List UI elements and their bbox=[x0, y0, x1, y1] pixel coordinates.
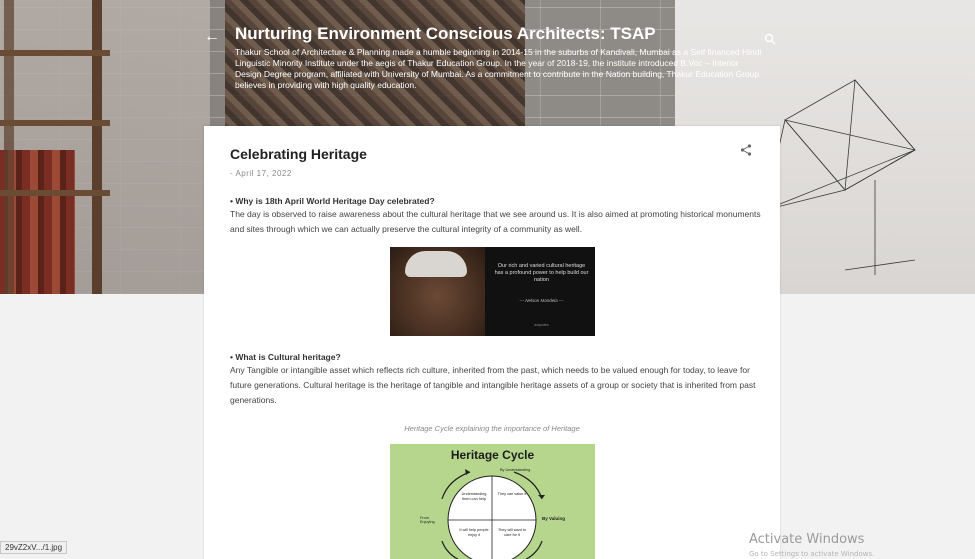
portrait-photo bbox=[390, 247, 485, 336]
section-heading: • What is Cultural heritage? bbox=[230, 352, 341, 362]
blog-title[interactable]: Nurturing Environment Conscious Architec… bbox=[235, 24, 656, 44]
quote-author: — Nelson Mandela — bbox=[519, 298, 564, 303]
ladder-rung bbox=[0, 190, 110, 196]
activate-windows-watermark: Activate Windows bbox=[749, 532, 865, 547]
back-arrow-icon[interactable]: ← bbox=[204, 28, 220, 46]
status-bar-url: 29vZ2xV.../1.jpg bbox=[0, 541, 68, 554]
mandela-quote-image[interactable]: Our rich and varied cultural heritage ha… bbox=[390, 247, 595, 336]
cycle-quadrant-text: It will help people enjoy it bbox=[459, 528, 489, 537]
quote-text: Our rich and varied cultural heritage ha… bbox=[494, 263, 589, 283]
section-heading: • Why is 18th April World Heritage Day c… bbox=[230, 196, 435, 206]
cycle-label-right: By Valuing bbox=[542, 516, 566, 521]
cycle-quadrant-text: They will want to care for it bbox=[497, 528, 527, 537]
blog-description: Thakur School of Architecture & Planning… bbox=[235, 47, 762, 90]
post-card: Celebrating Heritage - April 17, 2022 • … bbox=[204, 126, 780, 559]
cycle-quadrant-text: Understanding them can help bbox=[461, 492, 487, 501]
post-date[interactable]: - April 17, 2022 bbox=[230, 169, 292, 178]
heritage-cycle-diagram bbox=[441, 469, 545, 559]
quote-source: azquotes bbox=[534, 323, 549, 327]
cycle-label-top: By Understanding bbox=[500, 468, 531, 472]
share-icon[interactable] bbox=[740, 144, 752, 156]
paragraph: Any Tangible or intangible asset which r… bbox=[230, 365, 756, 405]
activate-windows-subtitle: Go to Settings to activate Windows. bbox=[749, 550, 875, 558]
ladder-rung bbox=[0, 50, 110, 56]
cycle-label-left: From Enjoying bbox=[420, 516, 435, 524]
ladder-rung bbox=[0, 120, 110, 126]
search-icon[interactable] bbox=[764, 33, 776, 45]
paragraph: The day is observed to raise awareness a… bbox=[230, 209, 761, 234]
post-title[interactable]: Celebrating Heritage bbox=[230, 146, 367, 162]
ladder-rail bbox=[92, 0, 102, 294]
cycle-quadrant-text: They can value it bbox=[497, 492, 527, 496]
image-caption: Heritage Cycle explaining the importance… bbox=[404, 424, 580, 433]
heritage-cycle-image[interactable]: Heritage Cycle By Understanding By Valui… bbox=[390, 444, 595, 559]
ladder-rail bbox=[4, 0, 14, 294]
